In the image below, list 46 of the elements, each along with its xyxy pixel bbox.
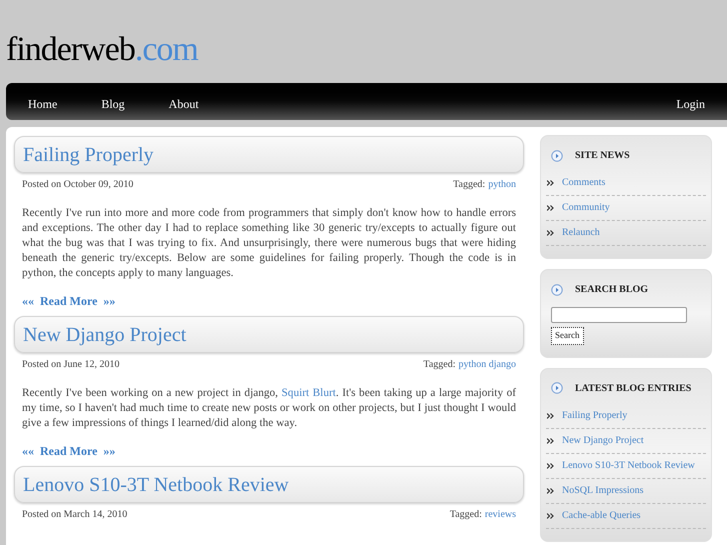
tag-link[interactable]: python django <box>458 358 516 371</box>
post-date: Posted on October 09, 2010 <box>22 178 134 191</box>
search-field[interactable] <box>551 307 687 323</box>
chevron-icon <box>547 462 554 468</box>
play-circle-icon <box>551 150 563 162</box>
search-button[interactable]: Search <box>551 327 584 344</box>
nav-link[interactable]: Home <box>28 95 58 113</box>
sidebar-link[interactable]: Cache-able Queries <box>562 508 641 522</box>
tagged-label: Tagged: <box>453 178 486 191</box>
chevron-icon <box>547 230 554 236</box>
panel-heading: LATEST BLOG ENTRIES <box>575 382 692 396</box>
nav-link[interactable]: Login <box>676 95 705 113</box>
panel-heading: SITE NEWS <box>575 149 630 163</box>
chevron-icon <box>547 512 554 518</box>
post-title-link[interactable]: Failing Properly <box>23 144 154 164</box>
panel-heading: SEARCH BLOG <box>575 283 648 297</box>
sidebar-link[interactable]: Community <box>562 201 610 215</box>
sidebar-link[interactable]: New Django Project <box>562 434 644 448</box>
sidebar-link[interactable]: Relaunch <box>562 226 600 240</box>
post-link[interactable]: Squirt Blurt <box>282 387 336 399</box>
chevron-icon <box>547 438 554 444</box>
nav-link[interactable]: About <box>168 95 199 113</box>
play-circle-icon <box>551 382 563 394</box>
sidebar-link[interactable]: NoSQL Impressions <box>562 484 644 498</box>
play-circle-icon <box>551 284 563 296</box>
tag-link[interactable]: python <box>488 178 516 191</box>
chevron-icon <box>547 205 554 211</box>
post-excerpt: Recently I've been working on a new project in django, Squirt Blurt. It's been taking up a large majority of my time, so I haven't had much time to create new posts or work on other projects, but I just thought I would give a few impressions of things I learned/did along the way. <box>21 386 518 431</box>
tagged-label: Tagged: <box>423 358 456 371</box>
sidebar-link[interactable]: Failing Properly <box>562 408 628 422</box>
read-more-link[interactable]: «« Read More »» <box>14 442 124 460</box>
site-logo[interactable]: finderweb.com <box>6 33 198 67</box>
chevron-icon <box>547 180 554 186</box>
post-date: Posted on March 14, 2010 <box>22 508 128 521</box>
post-title-link[interactable]: New Django Project <box>23 324 186 344</box>
tagged-label: Tagged: <box>450 508 482 521</box>
sidebar-link[interactable]: Comments <box>562 176 606 190</box>
chevron-icon <box>547 488 554 494</box>
nav-link[interactable]: Blog <box>101 95 125 113</box>
post-date: Posted on June 12, 2010 <box>22 358 120 371</box>
chevron-icon <box>547 412 554 418</box>
read-more-link[interactable]: «« Read More »» <box>14 292 124 310</box>
post-title-link[interactable]: Lenovo S10-3T Netbook Review <box>23 474 289 494</box>
post-excerpt: Recently I've run into more and more code from programmers that simply don't know how to handle errors and exceptions. The other day I had to replace something like 30 generic try/excepts to actually figure out what the bug was that I was trying to fix. And unsurprisingly, there were numerous bugs that were hiding beneath the generic try/excepts. Below are some guidelines for failing properly. Though the code is in python, the concepts apply to many languages. <box>21 206 517 281</box>
tag-link[interactable]: reviews <box>484 508 516 521</box>
sidebar-link[interactable]: Lenovo S10-3T Netbook Review <box>562 458 695 472</box>
